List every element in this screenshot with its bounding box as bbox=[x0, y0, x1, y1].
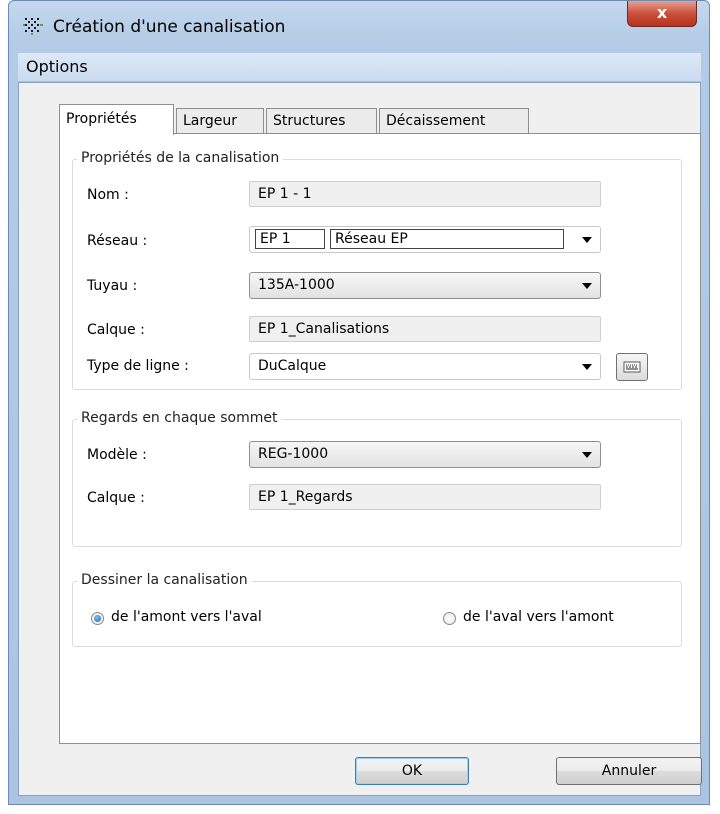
ok-button[interactable]: OK bbox=[355, 757, 469, 785]
calque-label: Calque : bbox=[87, 322, 145, 338]
window-title: Création d'une canalisation bbox=[53, 17, 286, 37]
reseau-name: Réseau EP bbox=[330, 229, 564, 249]
reseau-code: EP 1 bbox=[255, 229, 325, 249]
chevron-down-icon bbox=[582, 237, 592, 243]
linetype-picker-button[interactable] bbox=[616, 353, 648, 381]
modele-label: Modèle : bbox=[87, 447, 147, 463]
type-ligne-value: DuCalque bbox=[258, 358, 327, 374]
type-ligne-label: Type de ligne : bbox=[87, 358, 189, 374]
group-regards: Regards en chaque sommet Modèle : REG-10… bbox=[72, 410, 682, 547]
reseau-label: Réseau : bbox=[87, 233, 148, 249]
reseau-combo[interactable]: EP 1 Réseau EP bbox=[249, 226, 601, 253]
tuyau-label: Tuyau : bbox=[87, 278, 138, 294]
menu-bar: Options bbox=[18, 53, 701, 82]
group-canalisation-legend: Propriétés de la canalisation bbox=[77, 150, 284, 166]
regards-calque-field: EP 1_Regards bbox=[249, 484, 601, 510]
close-icon: x bbox=[656, 3, 668, 22]
tuyau-combo[interactable]: 135A-1000 bbox=[249, 272, 601, 299]
modele-combo[interactable]: REG-1000 bbox=[249, 441, 601, 468]
tab-largeur[interactable]: Largeur bbox=[176, 108, 264, 134]
nom-field: EP 1 - 1 bbox=[249, 181, 601, 207]
radio-aval-vers-amont[interactable] bbox=[443, 612, 456, 625]
app-grid-icon bbox=[23, 18, 43, 35]
tuyau-value: 135A-1000 bbox=[258, 277, 335, 293]
tab-structures[interactable]: Structures bbox=[266, 108, 377, 134]
group-canalisation: Propriétés de la canalisation Nom : EP 1… bbox=[72, 150, 682, 390]
modele-value: REG-1000 bbox=[258, 446, 329, 462]
dialog-window: Création d'une canalisation x Options Pr… bbox=[8, 0, 710, 805]
cancel-button[interactable]: Annuler bbox=[556, 757, 702, 785]
radio-amont-vers-aval[interactable] bbox=[91, 612, 104, 625]
tab-panel-proprietes: Propriétés de la canalisation Nom : EP 1… bbox=[59, 133, 701, 744]
title-bar[interactable]: Création d'une canalisation x bbox=[9, 1, 709, 45]
group-dessiner-legend: Dessiner la canalisation bbox=[77, 572, 252, 588]
linetype-icon bbox=[623, 361, 641, 373]
regards-calque-label: Calque : bbox=[87, 490, 145, 506]
close-button[interactable]: x bbox=[627, 1, 697, 27]
radio-aval-label[interactable]: de l'aval vers l'amont bbox=[463, 609, 614, 625]
menu-options[interactable]: Options bbox=[22, 57, 92, 76]
group-regards-legend: Regards en chaque sommet bbox=[77, 410, 282, 426]
nom-label: Nom : bbox=[87, 187, 129, 203]
tab-decaissement[interactable]: Décaissement bbox=[379, 108, 529, 134]
calque-field: EP 1_Canalisations bbox=[249, 316, 601, 342]
chevron-down-icon bbox=[582, 364, 592, 370]
group-dessiner: Dessiner la canalisation de l'amont vers… bbox=[72, 572, 682, 647]
tab-proprietes[interactable]: Propriétés bbox=[59, 104, 174, 135]
type-ligne-combo[interactable]: DuCalque bbox=[249, 353, 601, 380]
radio-amont-label[interactable]: de l'amont vers l'aval bbox=[111, 609, 262, 625]
chevron-down-icon bbox=[582, 452, 592, 458]
dialog-client-area: Propriétés Largeur Structures Décaisseme… bbox=[18, 82, 702, 796]
chevron-down-icon bbox=[582, 283, 592, 289]
